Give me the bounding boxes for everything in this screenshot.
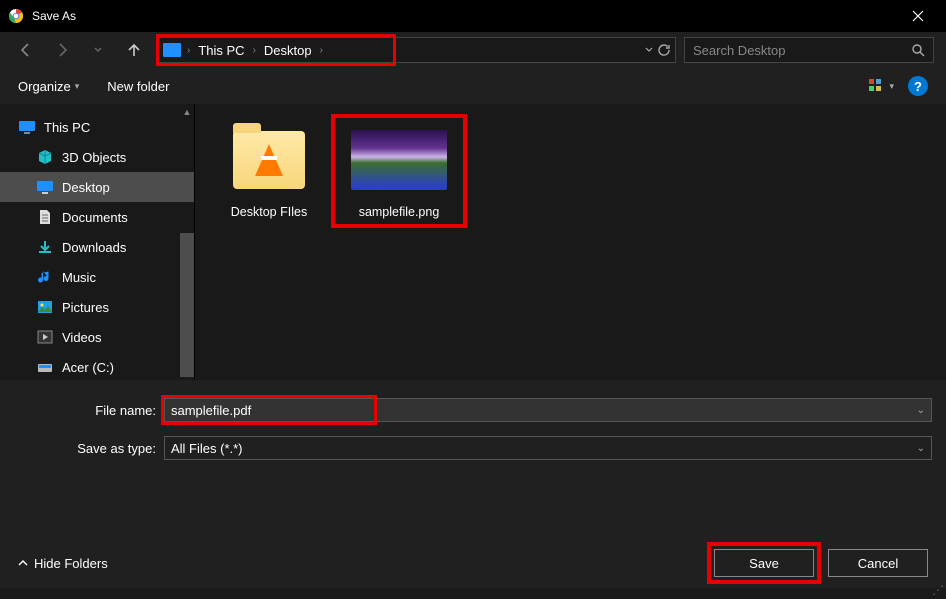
save-button[interactable]: Save xyxy=(714,549,814,577)
file-item-samplefile-png[interactable]: samplefile.png xyxy=(343,122,455,220)
sidebar-item-videos[interactable]: Videos xyxy=(0,322,194,352)
filetype-select[interactable]: All Files (*.*) ⌄ xyxy=(164,436,932,460)
chevron-right-icon: › xyxy=(249,45,260,56)
organize-button[interactable]: Organize ▾ xyxy=(18,79,79,94)
pictures-icon xyxy=(36,299,54,315)
view-options-button[interactable]: ▾ xyxy=(869,79,894,93)
sidebar: ▲ This PC 3D Objects Desktop Documents D… xyxy=(0,104,195,380)
forward-button[interactable] xyxy=(48,36,76,64)
cube-icon xyxy=(36,149,54,165)
refresh-icon[interactable] xyxy=(657,43,671,57)
sidebar-item-downloads[interactable]: Downloads xyxy=(0,232,194,262)
filename-label: File name: xyxy=(14,403,164,418)
footer: Hide Folders Save Cancel xyxy=(0,538,946,588)
sidebar-item-documents[interactable]: Documents xyxy=(0,202,194,232)
scrollbar-thumb[interactable] xyxy=(180,233,194,377)
close-button[interactable] xyxy=(898,0,938,32)
content-area[interactable]: Desktop FIles samplefile.png xyxy=(195,104,946,380)
pc-icon xyxy=(163,43,181,57)
chevron-right-icon: › xyxy=(183,45,194,56)
sidebar-item-3d-objects[interactable]: 3D Objects xyxy=(0,142,194,172)
drive-icon xyxy=(36,359,54,375)
chevron-down-icon[interactable] xyxy=(645,46,653,54)
toolbar: Organize ▾ New folder ▾ ? xyxy=(0,68,946,104)
new-folder-button[interactable]: New folder xyxy=(107,79,169,94)
sidebar-this-pc[interactable]: This PC xyxy=(0,112,194,142)
folder-item-desktop-files[interactable]: Desktop FIles xyxy=(213,122,325,220)
filetype-row: Save as type: All Files (*.*) ⌄ xyxy=(0,432,946,464)
chevron-up-icon xyxy=(18,558,28,568)
chevron-down-icon[interactable]: ⌄ xyxy=(917,405,925,416)
sidebar-item-acer-c[interactable]: Acer (C:) xyxy=(0,352,194,380)
resize-grip-icon[interactable]: ⋰ xyxy=(932,583,944,597)
sidebar-item-desktop[interactable]: Desktop xyxy=(0,172,194,202)
sidebar-item-music[interactable]: Music xyxy=(0,262,194,292)
search-icon xyxy=(911,43,925,57)
up-button[interactable] xyxy=(120,36,148,64)
search-placeholder: Search Desktop xyxy=(693,43,786,58)
search-input[interactable]: Search Desktop xyxy=(684,37,934,63)
breadcrumb-desktop[interactable]: Desktop xyxy=(260,43,316,58)
download-icon xyxy=(36,239,54,255)
sidebar-item-pictures[interactable]: Pictures xyxy=(0,292,194,322)
desktop-icon xyxy=(36,179,54,195)
filename-row: File name: samplefile.pdf ⌄ xyxy=(0,394,946,426)
body: ▲ This PC 3D Objects Desktop Documents D… xyxy=(0,104,946,380)
nav-row: › This PC › Desktop › Search Desktop xyxy=(0,32,946,68)
music-icon xyxy=(36,269,54,285)
hide-folders-button[interactable]: Hide Folders xyxy=(18,556,108,571)
help-button[interactable]: ? xyxy=(908,76,928,96)
breadcrumb-this-pc[interactable]: This PC xyxy=(194,43,248,58)
scroll-up-icon[interactable]: ▲ xyxy=(183,107,192,117)
filetype-label: Save as type: xyxy=(14,441,164,456)
videos-icon xyxy=(36,329,54,345)
window-title: Save As xyxy=(32,9,898,23)
recent-dropdown[interactable] xyxy=(84,36,112,64)
app-icon xyxy=(8,8,24,24)
cancel-button[interactable]: Cancel xyxy=(828,549,928,577)
chevron-right-icon: › xyxy=(316,45,327,56)
back-button[interactable] xyxy=(12,36,40,64)
pc-icon xyxy=(18,119,36,135)
filename-input[interactable]: samplefile.pdf ⌄ xyxy=(164,398,932,422)
document-icon xyxy=(36,209,54,225)
chevron-down-icon[interactable]: ⌄ xyxy=(917,443,925,454)
breadcrumb-bar[interactable]: › This PC › Desktop › xyxy=(156,37,676,63)
titlebar: Save As xyxy=(0,0,946,32)
